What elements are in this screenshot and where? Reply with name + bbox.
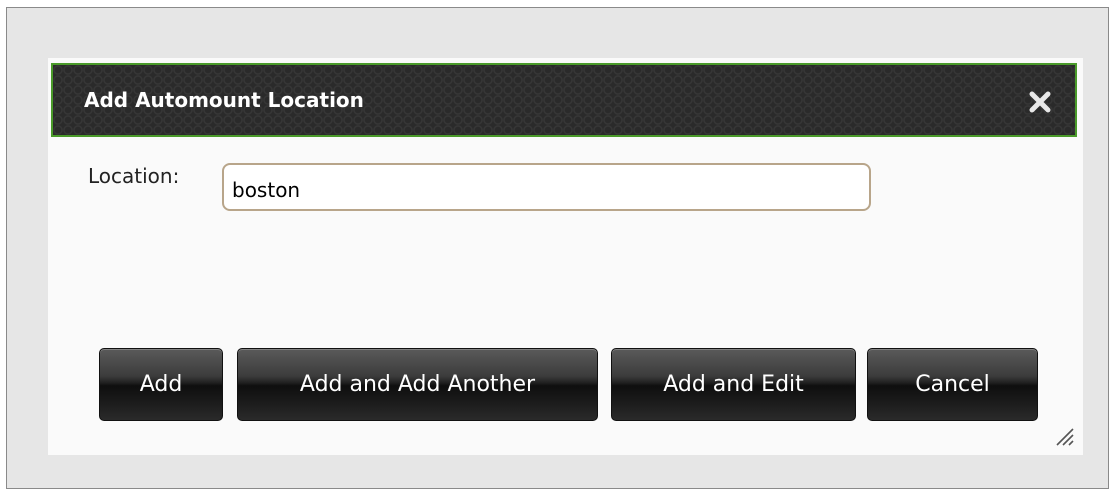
add-and-edit-button[interactable]: Add and Edit — [611, 348, 856, 421]
add-and-add-another-button[interactable]: Add and Add Another — [237, 348, 598, 421]
close-icon[interactable] — [1027, 89, 1053, 115]
resize-handle-icon[interactable] — [1053, 425, 1075, 447]
cancel-button[interactable]: Cancel — [867, 348, 1038, 421]
dialog-titlebar[interactable]: Add Automount Location — [51, 63, 1077, 137]
location-label: Location: — [88, 164, 180, 188]
add-button[interactable]: Add — [99, 348, 223, 421]
window-frame: Add Automount Location Location: Add Add… — [6, 7, 1109, 489]
dialog-title: Add Automount Location — [84, 88, 364, 112]
location-input[interactable] — [222, 163, 871, 211]
add-automount-location-dialog: Add Automount Location Location: Add Add… — [48, 58, 1083, 455]
